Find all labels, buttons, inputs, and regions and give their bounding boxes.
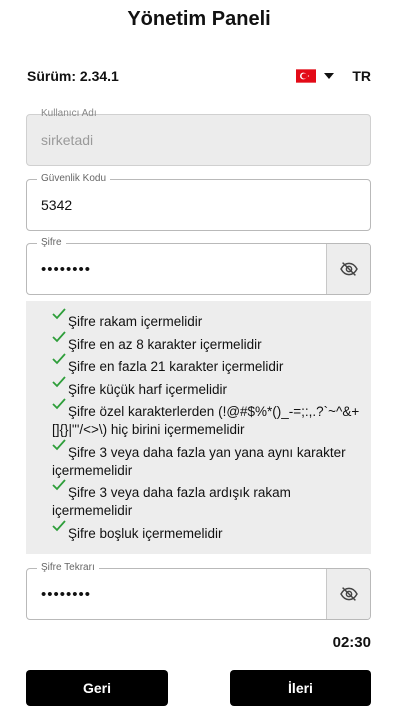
chevron-down-icon[interactable]	[324, 73, 335, 79]
password-rule-item: Şifre özel karakterlerden (!@#$%*()_-=;:…	[52, 398, 361, 439]
password-rule-item: Şifre 3 veya daha fazla yan yana aynı ka…	[52, 438, 361, 480]
password-rule-text: Şifre en fazla 21 karakter içermelidir	[68, 359, 284, 374]
password-rule-text: Şifre rakam içermelidir	[68, 314, 203, 329]
password-value[interactable]: ••••••••	[41, 244, 91, 294]
turkey-flag-icon	[296, 69, 317, 83]
checkmark-icon	[52, 353, 66, 365]
password-repeat-visibility-toggle[interactable]	[326, 569, 370, 619]
security-code-field[interactable]: Güvenlik Kodu 5342	[26, 173, 371, 231]
language-code: TR	[352, 68, 371, 84]
password-rule-text: Şifre 3 veya daha fazla yan yana aynı ka…	[52, 444, 346, 478]
checkmark-icon	[52, 330, 66, 342]
eye-slash-icon	[339, 262, 358, 276]
password-rules-list: Şifre rakam içermelidir Şifre en az 8 kar…	[26, 301, 371, 554]
eye-slash-icon	[339, 587, 358, 601]
password-rule-text: Şifre en az 8 karakter içermelidir	[68, 336, 262, 352]
password-field[interactable]: Şifre ••••••••	[26, 237, 371, 295]
security-code-value[interactable]: 5342	[41, 180, 72, 230]
checkmark-icon	[52, 438, 66, 450]
username-field: Kullanıcı Adı sirketadi	[26, 108, 371, 166]
password-rule-item: Şifre en az 8 karakter içermelidir	[52, 330, 361, 354]
password-rule-text: Şifre küçük harf içermelidir	[68, 381, 228, 397]
admin-panel-page: Yönetim Paneli Sürüm: 2.34.1 TR Kullanıc…	[0, 0, 398, 720]
password-rule-item: Şifre en fazla 21 karakter içermelidir	[52, 353, 361, 376]
password-rule-item: Şifre rakam içermelidir	[52, 308, 361, 331]
password-rule-item: Şifre küçük harf içermelidir	[52, 375, 361, 399]
password-visibility-toggle[interactable]	[326, 244, 370, 294]
checkmark-icon	[52, 375, 66, 387]
next-button[interactable]: İleri	[230, 670, 371, 706]
checkmark-icon	[52, 308, 66, 320]
password-repeat-value[interactable]: ••••••••	[41, 569, 91, 619]
password-rule-item: Şifre boşluk içermemelidir	[52, 519, 361, 543]
checkmark-icon	[52, 479, 66, 491]
language-selector[interactable]: TR	[296, 68, 371, 84]
password-rule-item: Şifre 3 veya daha fazla ardışık rakam iç…	[52, 479, 361, 520]
countdown-timer: 02:30	[332, 634, 371, 651]
checkmark-icon	[52, 398, 66, 410]
page-title: Yönetim Paneli	[127, 8, 271, 30]
version-label: Sürüm: 2.34.1	[27, 68, 119, 84]
username-value: sirketadi	[41, 132, 94, 148]
checkmark-icon	[52, 519, 66, 531]
password-rule-text: Şifre özel karakterlerden (!@#$%*()_-=;:…	[52, 404, 360, 437]
back-button[interactable]: Geri	[26, 670, 168, 706]
password-rule-text: Şifre boşluk içermemelidir	[68, 525, 223, 541]
password-repeat-field[interactable]: Şifre Tekrarı ••••••••	[26, 562, 371, 620]
password-rule-text: Şifre 3 veya daha fazla ardışık rakam iç…	[52, 485, 291, 518]
